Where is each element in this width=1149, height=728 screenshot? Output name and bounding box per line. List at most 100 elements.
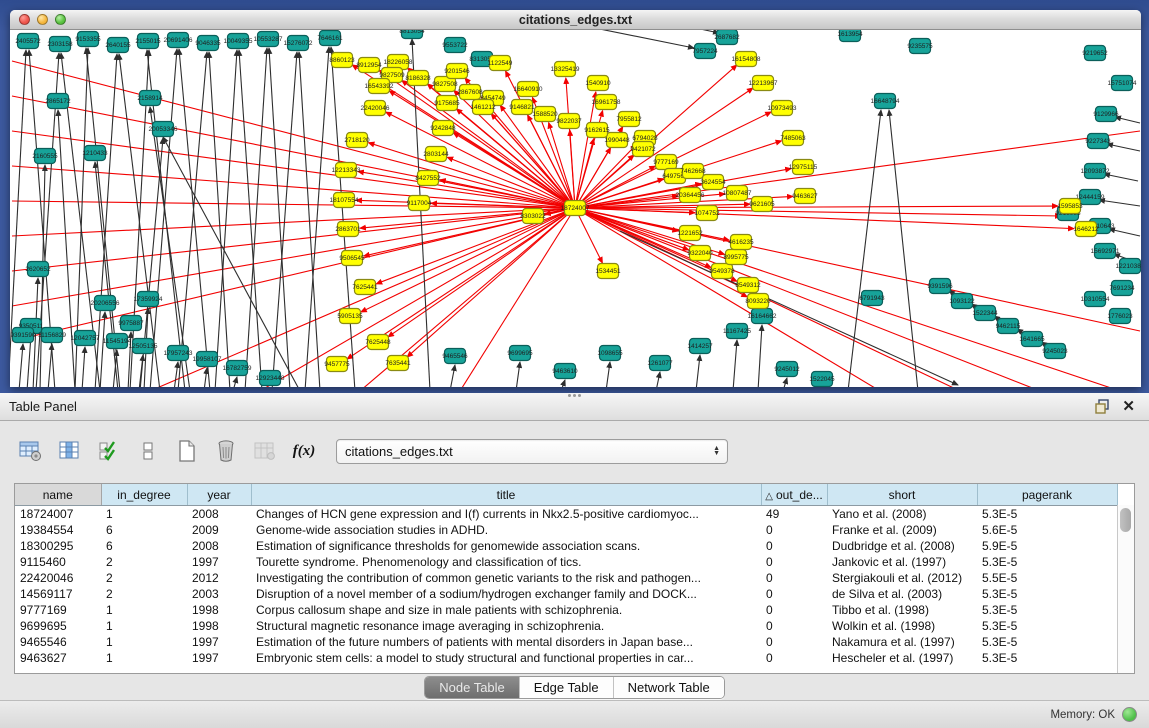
table-row[interactable]: 946362711997Embryonic stem cells: a mode… <box>15 650 1117 666</box>
citation-edge-black[interactable] <box>174 362 178 387</box>
citation-edge-black[interactable] <box>215 50 237 387</box>
table-header-row: namein_degreeyeartitle△out_de...shortpag… <box>15 484 1117 506</box>
column-header-out_de[interactable]: △out_de... <box>761 484 827 506</box>
citation-edge-black[interactable] <box>269 48 290 387</box>
graph-node-label: 2867608 <box>457 89 483 96</box>
delete-column-button[interactable] <box>211 436 241 466</box>
tab-edge-table[interactable]: Edge Table <box>520 677 614 698</box>
network-window[interactable]: citations_edges.txt 24055722303158915335… <box>10 10 1141 387</box>
float-panel-icon[interactable] <box>1094 399 1110 415</box>
table-row[interactable]: 969969511998Structural magnetic resonanc… <box>15 618 1117 634</box>
node-table[interactable]: namein_degreeyeartitle△out_de...shortpag… <box>14 483 1135 674</box>
citation-edge-red[interactable] <box>368 143 575 208</box>
citation-edge-black[interactable] <box>245 48 267 387</box>
network-canvas[interactable]: 2405572230315891533552640155215501520691… <box>10 30 1141 387</box>
citation-edge-black[interactable] <box>696 355 700 387</box>
graph-node-label: 7646161 <box>317 35 343 42</box>
citation-edge-black[interactable] <box>758 325 762 387</box>
table-row[interactable]: 2242004622012Investigating the contribut… <box>15 570 1117 586</box>
citation-edge-black[interactable] <box>48 344 52 387</box>
graph-node-label: 9621605 <box>749 201 775 208</box>
function-builder-button[interactable]: f(x) <box>289 436 319 466</box>
unselect-all-button[interactable] <box>133 436 163 466</box>
citation-edge-red[interactable] <box>12 208 575 271</box>
citation-edge-black[interactable] <box>1099 200 1140 206</box>
citation-edge-black[interactable] <box>204 368 207 387</box>
table-row[interactable]: 1872400712008Changes of HCN gene express… <box>15 506 1117 523</box>
citation-edge-black[interactable] <box>606 362 610 387</box>
citation-edge-red[interactable] <box>12 208 575 341</box>
citation-edge-black[interactable] <box>561 380 565 387</box>
table-scrollbar-thumb[interactable] <box>1120 508 1131 532</box>
citation-edge-red[interactable] <box>575 208 1061 216</box>
table-cell: Tourette syndrome. Phenomenology and cla… <box>251 554 761 570</box>
citation-edge-red[interactable] <box>407 208 575 357</box>
citation-edge-red[interactable] <box>386 112 575 208</box>
citation-edge-black[interactable] <box>656 372 660 387</box>
citation-edge-black[interactable] <box>239 50 262 387</box>
citation-edge-black[interactable] <box>889 110 918 387</box>
fx-icon: f(x) <box>293 443 316 460</box>
column-header-title[interactable]: title <box>251 484 761 506</box>
citation-edge-red[interactable] <box>453 133 575 208</box>
citation-edge-black[interactable] <box>516 362 520 387</box>
table-row[interactable]: 1938455462009Genome-wide association stu… <box>15 522 1117 538</box>
citation-edge-black[interactable] <box>783 378 787 387</box>
graph-node-label: 8427552 <box>415 175 441 182</box>
citation-edge-red[interactable] <box>575 208 880 387</box>
table-row[interactable]: 977716911998Corpus callosum shape and si… <box>15 602 1117 618</box>
table-row[interactable]: 911546021997Tourette syndrome. Phenomeno… <box>15 554 1117 570</box>
tab-node-table[interactable]: Node Table <box>425 677 520 698</box>
citation-edge-black[interactable] <box>233 377 237 387</box>
column-header-short[interactable]: short <box>827 484 977 506</box>
table-selector-dropdown[interactable]: citations_edges.txt ▲▼ <box>336 439 728 464</box>
citation-edge-black[interactable] <box>209 52 230 387</box>
citation-edge-black[interactable] <box>82 347 85 387</box>
citation-edge-black[interactable] <box>560 30 694 48</box>
select-all-button[interactable] <box>94 436 124 466</box>
citation-edge-black[interactable] <box>1107 144 1140 151</box>
table-settings-button[interactable] <box>16 436 46 466</box>
table-row[interactable]: 1830029562008Estimation of significance … <box>15 538 1117 554</box>
citation-edge-black[interactable] <box>412 39 430 387</box>
table-cell: Estimation of the future numbers of pati… <box>251 634 761 650</box>
citation-edge-black[interactable] <box>733 340 737 387</box>
citation-edge-black[interactable] <box>1115 117 1140 123</box>
citation-edge-black[interactable] <box>113 350 117 387</box>
table-row[interactable]: 946554611997Estimation of the future num… <box>15 634 1117 650</box>
graph-node-label: 16154808 <box>732 56 761 63</box>
citation-edge-black[interactable] <box>640 30 719 33</box>
close-panel-icon[interactable]: ✕ <box>1122 400 1135 414</box>
table-scrollbar[interactable] <box>1117 505 1134 673</box>
citation-edge-red[interactable] <box>575 208 1074 229</box>
divider-grip[interactable] <box>565 394 583 398</box>
table-row[interactable]: 1456911722003Disruption of a novel membe… <box>15 586 1117 602</box>
new-table-button[interactable] <box>172 436 202 466</box>
network-window-titlebar[interactable]: citations_edges.txt <box>10 10 1141 30</box>
citation-edge-black[interactable] <box>272 52 297 387</box>
column-header-year[interactable]: year <box>187 484 251 506</box>
citation-edge-black[interactable] <box>331 47 355 387</box>
citation-edge-red[interactable] <box>12 208 575 236</box>
graph-node-label: 16543392 <box>365 83 394 90</box>
graph-node-label: 2405572 <box>15 38 41 45</box>
tab-network-table[interactable]: Network Table <box>614 677 724 698</box>
graph-node-label: 9465546 <box>442 353 468 360</box>
citation-edge-black[interactable] <box>179 49 210 387</box>
column-header-name[interactable]: name <box>15 484 101 506</box>
citation-network-graph[interactable]: 2405572230315891533552640155215501520691… <box>10 30 1141 387</box>
show-column-button[interactable] <box>55 436 85 466</box>
column-header-pagerank[interactable]: pagerank <box>977 484 1117 506</box>
citation-edge-red[interactable] <box>575 208 747 297</box>
table-panel-header[interactable]: Table Panel ✕ <box>0 393 1149 421</box>
citation-edge-red[interactable] <box>388 208 575 337</box>
graph-node-label: 9975887 <box>118 320 144 327</box>
citation-edge-red[interactable] <box>12 61 575 208</box>
graph-node-label: 9421072 <box>630 146 656 153</box>
citation-edge-black[interactable] <box>19 344 23 387</box>
column-header-in_degree[interactable]: in_degree <box>101 484 187 506</box>
citation-edge-red[interactable] <box>12 131 575 208</box>
citation-edge-black[interactable] <box>95 162 118 387</box>
citation-edge-black[interactable] <box>100 312 105 387</box>
citation-edge-black[interactable] <box>450 365 455 387</box>
